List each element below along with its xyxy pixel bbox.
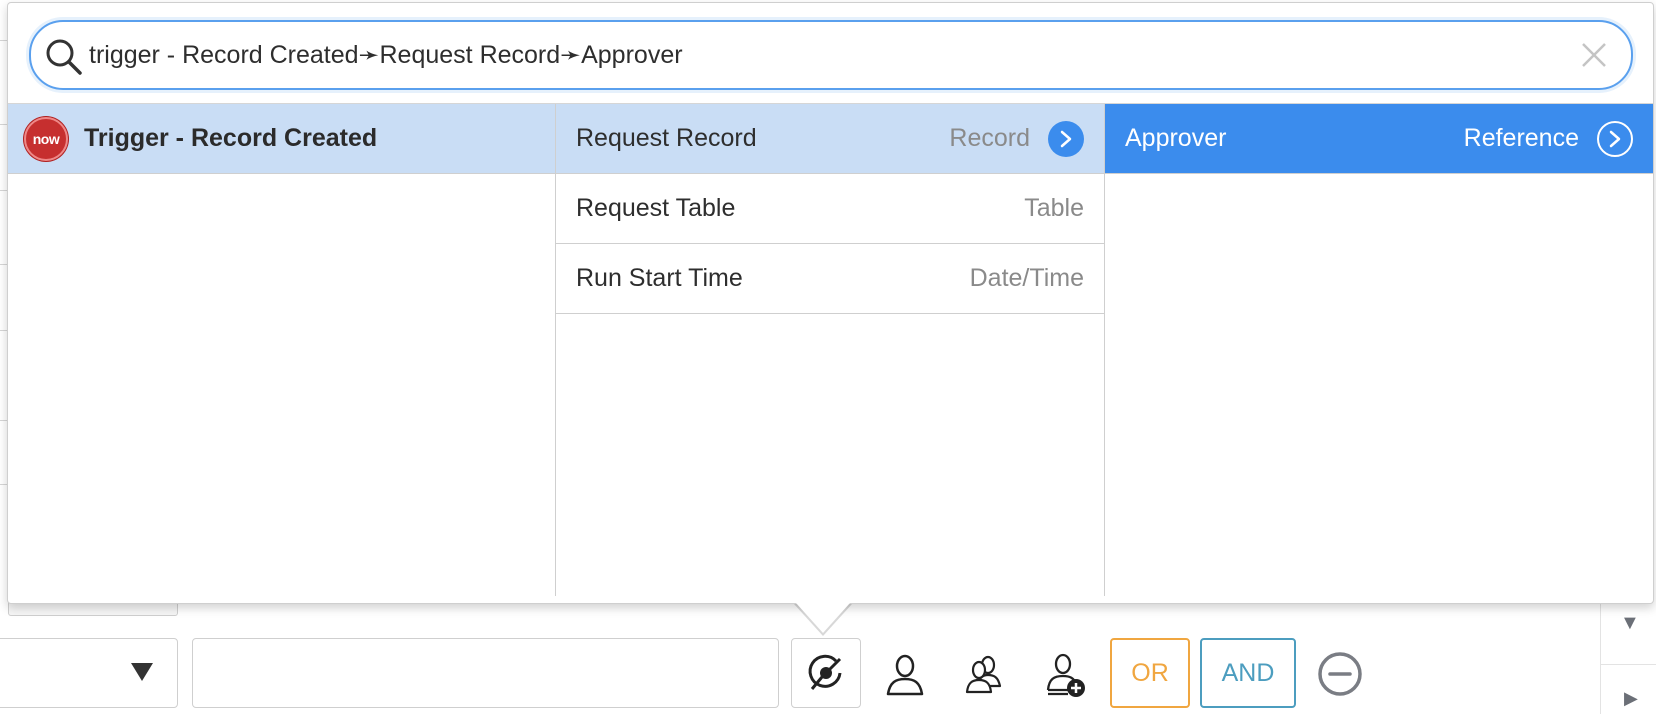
group-button[interactable] bbox=[958, 648, 1012, 702]
column-triggers: now Trigger - Record Created bbox=[8, 104, 556, 596]
add-user-button[interactable] bbox=[1038, 648, 1092, 702]
list-item-type: Table bbox=[1024, 194, 1084, 222]
list-item-type: Reference bbox=[1463, 124, 1579, 152]
search-input[interactable]: trigger - Record Created➛Request Record➛… bbox=[89, 22, 683, 88]
or-button[interactable]: OR bbox=[1110, 638, 1190, 708]
add-user-icon bbox=[1046, 653, 1085, 697]
now-logo-icon: now bbox=[24, 116, 68, 161]
list-item-label: Request Table bbox=[576, 194, 736, 222]
column-record-fields: Approver Reference bbox=[1105, 104, 1653, 596]
search-bar[interactable]: trigger - Record Created➛Request Record➛… bbox=[29, 20, 1633, 90]
user-icon bbox=[886, 654, 924, 696]
list-item-request-record[interactable]: Request Record Record bbox=[556, 104, 1104, 174]
list-item-label: Trigger - Record Created bbox=[84, 124, 378, 152]
data-pill-picker-button[interactable] bbox=[791, 638, 861, 708]
search-icon bbox=[46, 39, 82, 75]
flow-designer-stage: ▼ ▶ trigger - Record Created➛Request Rec… bbox=[0, 0, 1656, 714]
list-item-run-start-time[interactable]: Run Start Time Date/Time bbox=[556, 244, 1104, 314]
list-item-label: Run Start Time bbox=[576, 264, 743, 292]
chevron-right-icon[interactable] bbox=[1597, 120, 1633, 157]
expand-right-icon[interactable]: ▶ bbox=[1624, 688, 1638, 709]
popover-pointer bbox=[796, 603, 850, 633]
list-item-label: Request Record bbox=[576, 124, 757, 152]
list-item-trigger-record-created[interactable]: now Trigger - Record Created bbox=[8, 104, 555, 174]
list-item-label: Approver bbox=[1125, 124, 1227, 152]
value-input[interactable] bbox=[192, 638, 779, 708]
user-button[interactable] bbox=[878, 648, 932, 702]
operator-dropdown[interactable] bbox=[0, 638, 178, 708]
pill-columns: now Trigger - Record Created Request Rec… bbox=[8, 103, 1653, 596]
column-trigger-fields: Request Record Record Request Table Tabl… bbox=[556, 104, 1105, 596]
scroll-down-icon[interactable]: ▼ bbox=[1620, 612, 1640, 635]
and-button[interactable]: AND bbox=[1200, 638, 1296, 708]
list-item-type: Record bbox=[949, 124, 1030, 152]
minus-circle-icon[interactable] bbox=[1316, 650, 1364, 698]
chevron-right-icon[interactable] bbox=[1048, 120, 1084, 157]
data-pill-picker-popover: trigger - Record Created➛Request Record➛… bbox=[7, 2, 1654, 604]
list-item-request-table[interactable]: Request Table Table bbox=[556, 174, 1104, 244]
group-icon bbox=[965, 655, 1002, 694]
caret-down-icon bbox=[131, 663, 153, 681]
close-icon[interactable] bbox=[1579, 40, 1609, 70]
data-pill-picker-icon bbox=[808, 654, 842, 690]
list-item-approver[interactable]: Approver Reference bbox=[1105, 104, 1653, 174]
list-item-type: Date/Time bbox=[969, 264, 1084, 292]
